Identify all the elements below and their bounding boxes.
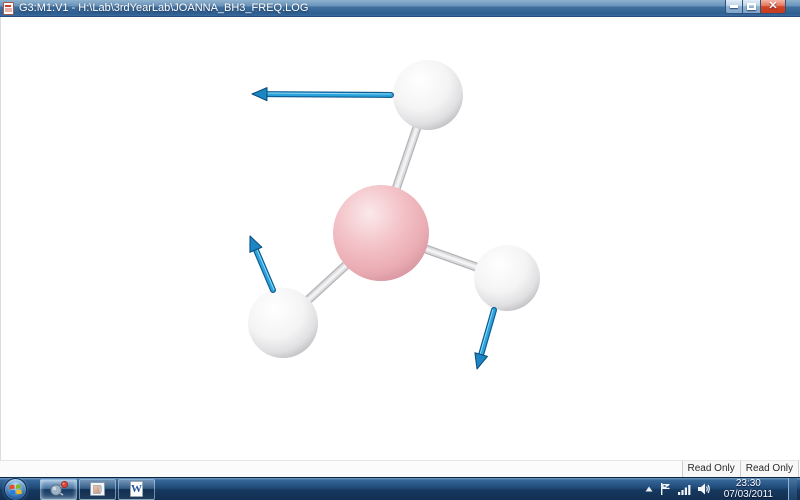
word-letter: W [131,482,142,495]
molecule-viewport[interactable] [0,17,800,460]
taskbar-app-gaussview[interactable] [40,478,77,500]
gaussview-icon [49,480,68,496]
minimize-button[interactable] [725,0,743,14]
atom-H[interactable] [248,288,318,358]
network-signal-icon[interactable] [677,484,691,495]
show-desktop-button[interactable] [788,477,797,500]
start-button[interactable] [4,477,27,500]
displacement-vector [474,307,497,370]
window-title: G3:M1:V1 - H:\Lab\3rdYearLab\JOANNA_BH3_… [19,2,309,14]
system-tray: 23:30 07/03/2011 [645,477,800,500]
atom-H[interactable] [474,245,540,311]
atom-H[interactable] [393,60,463,130]
word-icon: W [130,481,143,497]
start-zone [0,477,38,500]
displacement-vector [249,235,276,293]
window-left-edge [0,17,1,460]
taskbar: W 23:30 07/03/2011 [0,477,800,500]
window-statusbar: Read Only Read Only [0,460,800,477]
read-only-status-left: Read Only [681,461,740,477]
maximize-button[interactable] [743,0,761,14]
action-center-flag-icon[interactable] [660,483,671,495]
windows-flag-icon [9,483,22,495]
window-controls: ✕ [725,0,786,14]
desktop: { "window": { "title": "G3:M1:V1 - H:\\L… [0,0,800,500]
chevron-up-icon[interactable] [645,486,653,492]
minimize-icon [730,5,738,8]
clock-date: 07/03/2011 [723,489,773,500]
taskbar-clock[interactable]: 23:30 07/03/2011 [718,478,779,500]
close-button[interactable]: ✕ [761,0,786,14]
taskbar-app-window[interactable] [79,478,116,500]
window-titlebar[interactable]: G3:M1:V1 - H:\Lab\3rdYearLab\JOANNA_BH3_… [0,0,800,17]
gaussview-document-icon[interactable] [3,1,14,15]
maximize-icon [747,3,756,10]
read-only-status-right: Read Only [739,461,799,477]
clock-time: 23:30 [735,478,761,489]
close-icon: ✕ [768,0,778,12]
atom-B[interactable] [333,185,429,281]
taskbar-app-word[interactable]: W [118,478,155,500]
displacement-vector [251,87,394,102]
app-window-icon [90,482,105,496]
bh3-molecule [248,60,540,370]
volume-icon[interactable] [697,483,711,495]
